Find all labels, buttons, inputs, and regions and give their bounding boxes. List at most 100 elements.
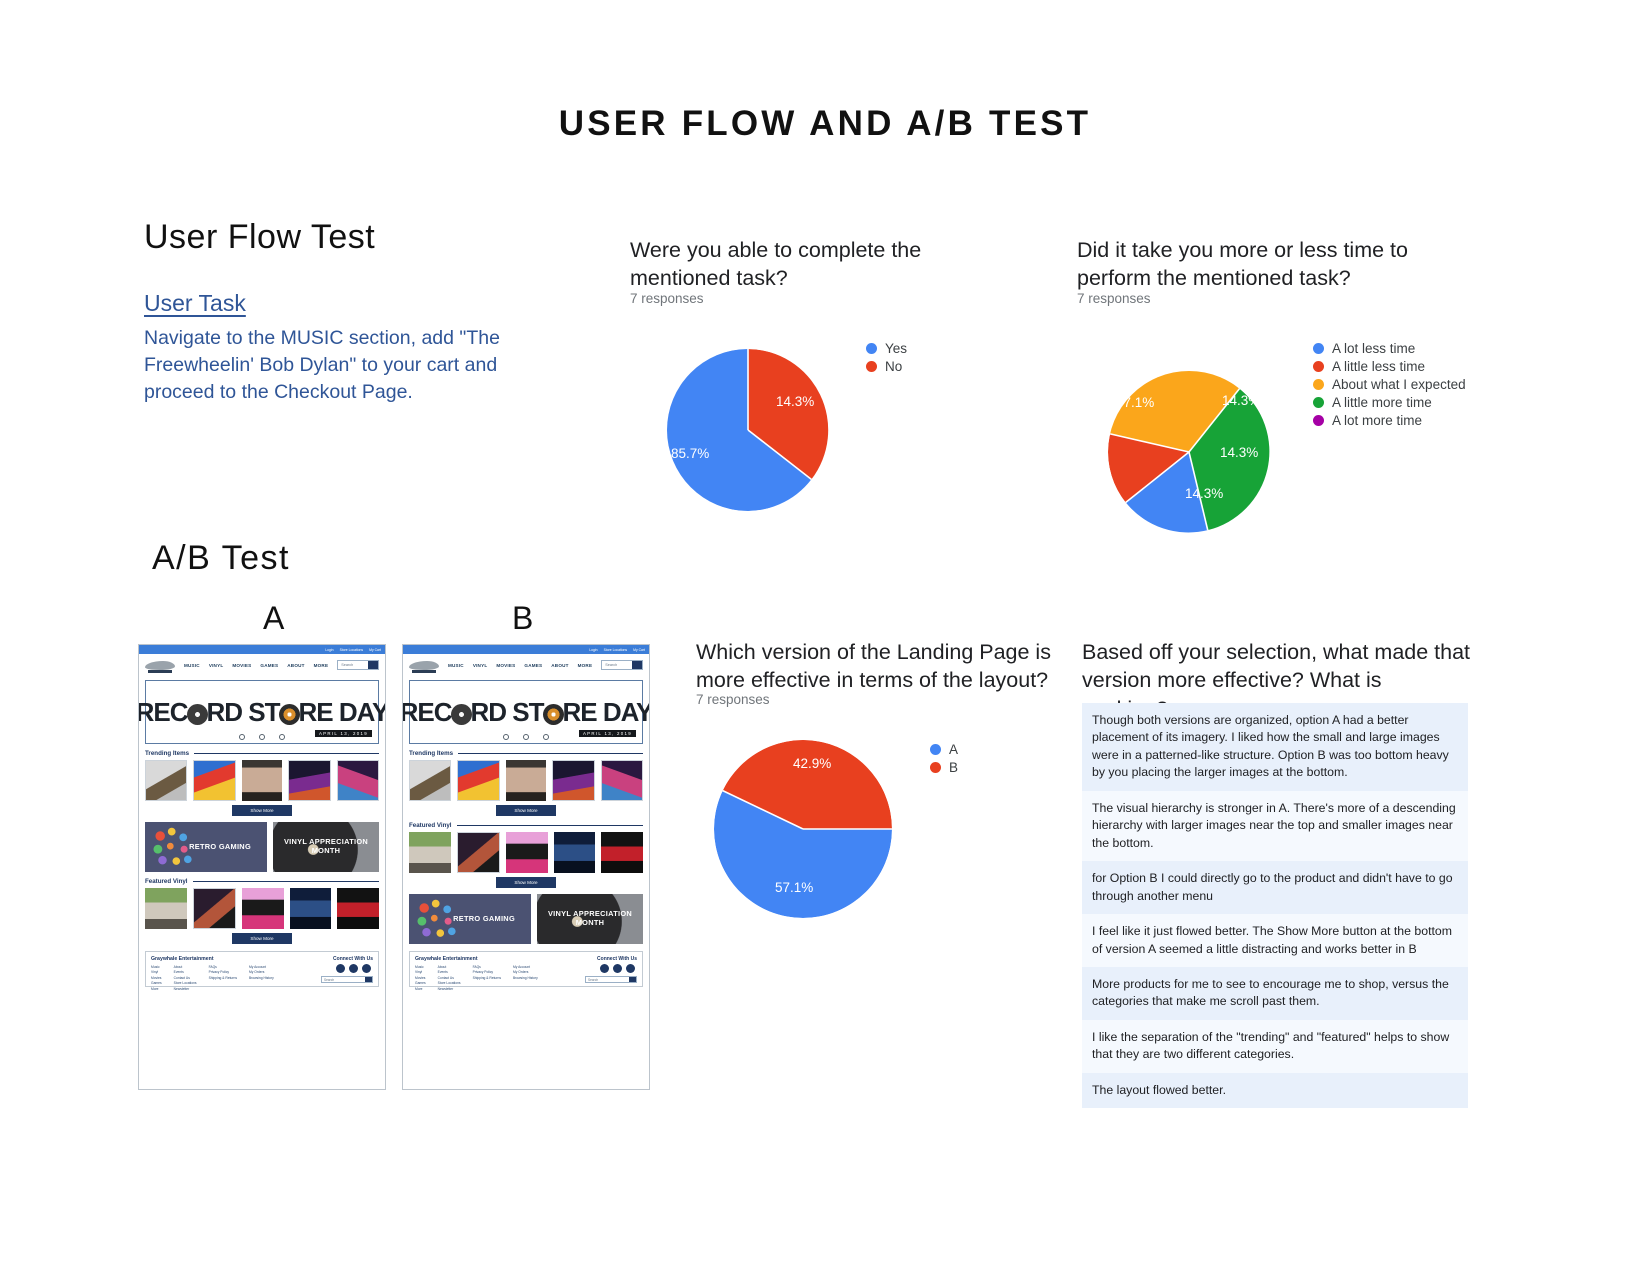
product-thumb[interactable] (336, 760, 380, 801)
product-thumb[interactable] (337, 888, 379, 929)
footer-link[interactable]: Contact Us (438, 976, 461, 980)
footer-link[interactable]: Music (415, 965, 426, 969)
footer-link[interactable]: Vinyl (415, 970, 426, 974)
footer-link[interactable]: Contact Us (174, 976, 197, 980)
footer-link[interactable]: Events (174, 970, 197, 974)
mock-b-cart-link[interactable]: My Cart (633, 648, 645, 652)
footer-link[interactable]: Browsing History (249, 976, 274, 980)
user-flow-test-heading: User Flow Test (144, 218, 376, 256)
footer-link[interactable]: Games (415, 981, 426, 985)
product-thumb[interactable] (145, 888, 187, 929)
legend-item: A little less time (1313, 357, 1466, 375)
mock-b-nav-music[interactable]: MUSIC (448, 663, 464, 668)
mock-b-promo-retro-gaming[interactable]: RETRO GAMING (409, 894, 531, 944)
mock-a-nav-games[interactable]: GAMES (260, 663, 278, 668)
footer-link[interactable]: More (415, 987, 426, 991)
mock-b-promo-vinyl-title: VINYL APPRECIATION MONTH (547, 909, 633, 927)
mock-a-featured-show-more-button[interactable]: Show More (232, 933, 292, 944)
footer-link[interactable]: My Orders (513, 970, 538, 974)
product-thumb[interactable] (505, 760, 547, 801)
mock-b-footer-search-input[interactable]: Search (585, 976, 637, 983)
mock-a-nav-music[interactable]: MUSIC (184, 663, 200, 668)
mock-b-nav-about[interactable]: ABOUT (551, 663, 568, 668)
product-thumb[interactable] (242, 888, 284, 929)
footer-link[interactable]: Events (438, 970, 461, 974)
mockup-version-a[interactable]: Login Store Locations My Cart MUSIC VINY… (138, 644, 386, 1090)
footer-link[interactable]: Vinyl (151, 970, 162, 974)
mock-a-footer-search-input[interactable]: Search (321, 976, 373, 983)
footer-link[interactable]: Movies (151, 976, 162, 980)
instagram-icon[interactable] (361, 964, 371, 973)
product-thumb[interactable] (145, 760, 188, 801)
product-thumb[interactable] (288, 760, 331, 801)
product-thumb[interactable] (409, 760, 452, 801)
product-thumb[interactable] (241, 760, 283, 801)
mock-b-promo-vinyl-month[interactable]: VINYL APPRECIATION MONTH (537, 894, 643, 944)
product-thumb[interactable] (601, 832, 643, 873)
footer-link[interactable]: My Account (249, 965, 274, 969)
mock-a-search-input[interactable]: Search (337, 660, 379, 670)
footer-link[interactable]: Shipping & Returns (473, 976, 501, 980)
footer-link[interactable]: Store Locations (438, 981, 461, 985)
footer-link[interactable]: FAQs (209, 965, 237, 969)
mock-b-featured-show-more-button[interactable]: Show More (496, 877, 556, 888)
mock-a-hero-banner[interactable]: REC RD ST RE DAY APRIL 13, 2019 (139, 680, 385, 744)
mockup-version-b[interactable]: Login Store Locations My Cart MUSIC VINY… (402, 644, 650, 1090)
mock-b-hero-banner[interactable]: REC RD ST RE DAY APRIL 13, 2019 (403, 680, 649, 744)
mock-b-search-input[interactable]: Search (601, 660, 643, 670)
footer-link[interactable]: Store Locations (174, 981, 197, 985)
product-thumb[interactable] (192, 888, 237, 929)
mock-a-nav-more[interactable]: MORE (314, 663, 329, 668)
product-thumb[interactable] (457, 760, 500, 801)
footer-link[interactable]: Music (151, 965, 162, 969)
footer-link[interactable]: Browsing History (513, 976, 538, 980)
product-thumb[interactable] (506, 832, 548, 873)
mock-a-carousel-dots[interactable] (239, 734, 285, 740)
facebook-icon[interactable] (335, 964, 345, 973)
footer-link[interactable]: Movies (415, 976, 426, 980)
mock-a-promo-vinyl-month[interactable]: VINYL APPRECIATION MONTH (273, 822, 379, 872)
graywhale-logo-icon[interactable] (409, 657, 439, 673)
footer-link[interactable]: Newsletter (174, 987, 197, 991)
footer-link[interactable]: FAQs (473, 965, 501, 969)
mock-b-login-link[interactable]: Login (589, 648, 597, 652)
footer-link[interactable]: Privacy Policy (473, 970, 501, 974)
twitter-icon[interactable] (612, 964, 622, 973)
graywhale-logo-icon[interactable] (145, 657, 175, 673)
footer-link[interactable]: My Orders (249, 970, 274, 974)
instagram-icon[interactable] (625, 964, 635, 973)
footer-link[interactable]: More (151, 987, 162, 991)
mock-b-store-locations-link[interactable]: Store Locations (604, 648, 628, 652)
footer-link[interactable]: My Account (513, 965, 538, 969)
footer-link[interactable]: About (174, 965, 197, 969)
footer-link[interactable]: Shipping & Returns (209, 976, 237, 980)
mock-a-promo-retro-gaming[interactable]: RETRO GAMING (145, 822, 267, 872)
mock-b-nav-vinyl[interactable]: VINYL (473, 663, 488, 668)
mock-b-carousel-dots[interactable] (503, 734, 549, 740)
mock-b-nav-more[interactable]: MORE (578, 663, 593, 668)
product-thumb[interactable] (289, 888, 332, 929)
twitter-icon[interactable] (348, 964, 358, 973)
footer-link[interactable]: Games (151, 981, 162, 985)
mock-b-trending-show-more-button[interactable]: Show More (496, 805, 556, 816)
mock-a-nav-about[interactable]: ABOUT (287, 663, 304, 668)
mock-a-cart-link[interactable]: My Cart (369, 648, 381, 652)
product-thumb[interactable] (193, 760, 236, 801)
product-thumb[interactable] (600, 760, 644, 801)
mock-a-store-locations-link[interactable]: Store Locations (340, 648, 364, 652)
product-thumb[interactable] (409, 832, 451, 873)
footer-link[interactable]: About (438, 965, 461, 969)
mock-a-trending-show-more-button[interactable]: Show More (232, 805, 292, 816)
facebook-icon[interactable] (599, 964, 609, 973)
product-thumb[interactable] (553, 832, 596, 873)
product-thumb[interactable] (456, 832, 501, 873)
mock-a-login-link[interactable]: Login (325, 648, 333, 652)
mock-a-nav-movies[interactable]: MOVIES (232, 663, 251, 668)
footer-link[interactable]: Newsletter (438, 987, 461, 991)
product-thumb[interactable] (552, 760, 595, 801)
mock-b-nav-movies[interactable]: MOVIES (496, 663, 515, 668)
legend-item: B (930, 758, 958, 776)
mock-a-nav-vinyl[interactable]: VINYL (209, 663, 224, 668)
footer-link[interactable]: Privacy Policy (209, 970, 237, 974)
mock-b-nav-games[interactable]: GAMES (524, 663, 542, 668)
